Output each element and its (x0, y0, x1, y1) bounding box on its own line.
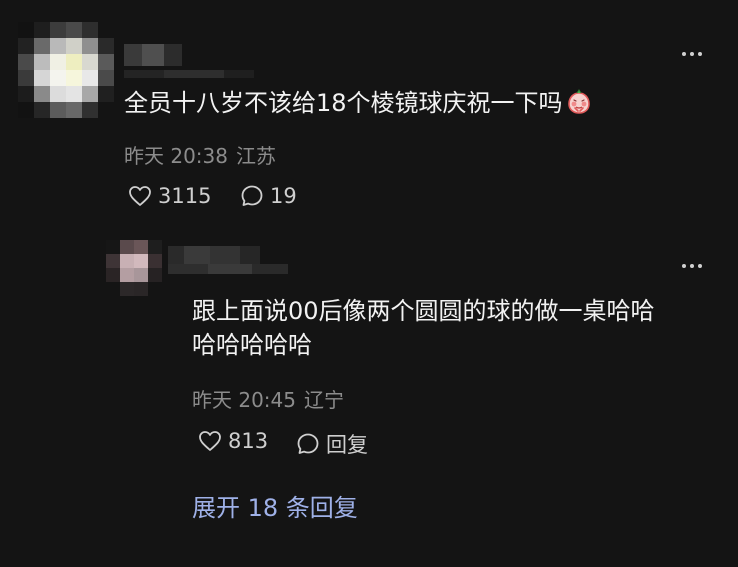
avatar[interactable] (106, 240, 162, 296)
username-blurred (168, 264, 288, 274)
more-options-icon[interactable] (682, 50, 708, 58)
avatar[interactable] (18, 22, 114, 118)
reply-label: 回复 (326, 433, 368, 457)
more-options-icon[interactable] (682, 262, 708, 270)
heart-icon (199, 431, 221, 451)
comment-meta: 昨天 20:38 江苏 (124, 140, 276, 169)
comment-meta: 昨天 20:45 辽宁 (192, 384, 344, 413)
comment-location: 江苏 (236, 144, 276, 168)
like-button[interactable]: 3115 (128, 184, 211, 208)
username-blurred (124, 70, 254, 78)
shy-face-emoji (567, 89, 590, 114)
reply-button[interactable]: 回复 (296, 429, 368, 459)
expand-replies-link[interactable]: 展开 18 条回复 (192, 488, 358, 523)
like-button[interactable]: 813 (198, 429, 268, 453)
comment-bubble-icon (241, 185, 263, 206)
username-blurred[interactable] (124, 44, 182, 66)
comment-text-line: 哈哈哈哈哈 (192, 331, 312, 359)
comment-location: 辽宁 (304, 388, 344, 412)
heart-icon (129, 186, 151, 206)
comment-text-content: 全员十八岁不该给18个棱镜球庆祝一下吗 (124, 89, 563, 117)
like-count: 813 (228, 429, 269, 453)
like-count: 3115 (158, 184, 212, 208)
comment-time: 昨天 20:38 (124, 144, 228, 168)
reply-count: 19 (270, 184, 297, 208)
comment-text: 跟上面说00后像两个圆圆的球的做一桌哈哈 哈哈哈哈哈 (192, 294, 722, 362)
comment-time: 昨天 20:45 (192, 388, 296, 412)
comment-text: 全员十八岁不该给18个棱镜球庆祝一下吗 (124, 86, 684, 120)
username-blurred[interactable] (168, 246, 260, 264)
reply-button[interactable]: 19 (240, 184, 297, 208)
comment-text-line: 跟上面说00后像两个圆圆的球的做一桌哈哈 (192, 297, 655, 325)
comment-bubble-icon (297, 433, 319, 454)
